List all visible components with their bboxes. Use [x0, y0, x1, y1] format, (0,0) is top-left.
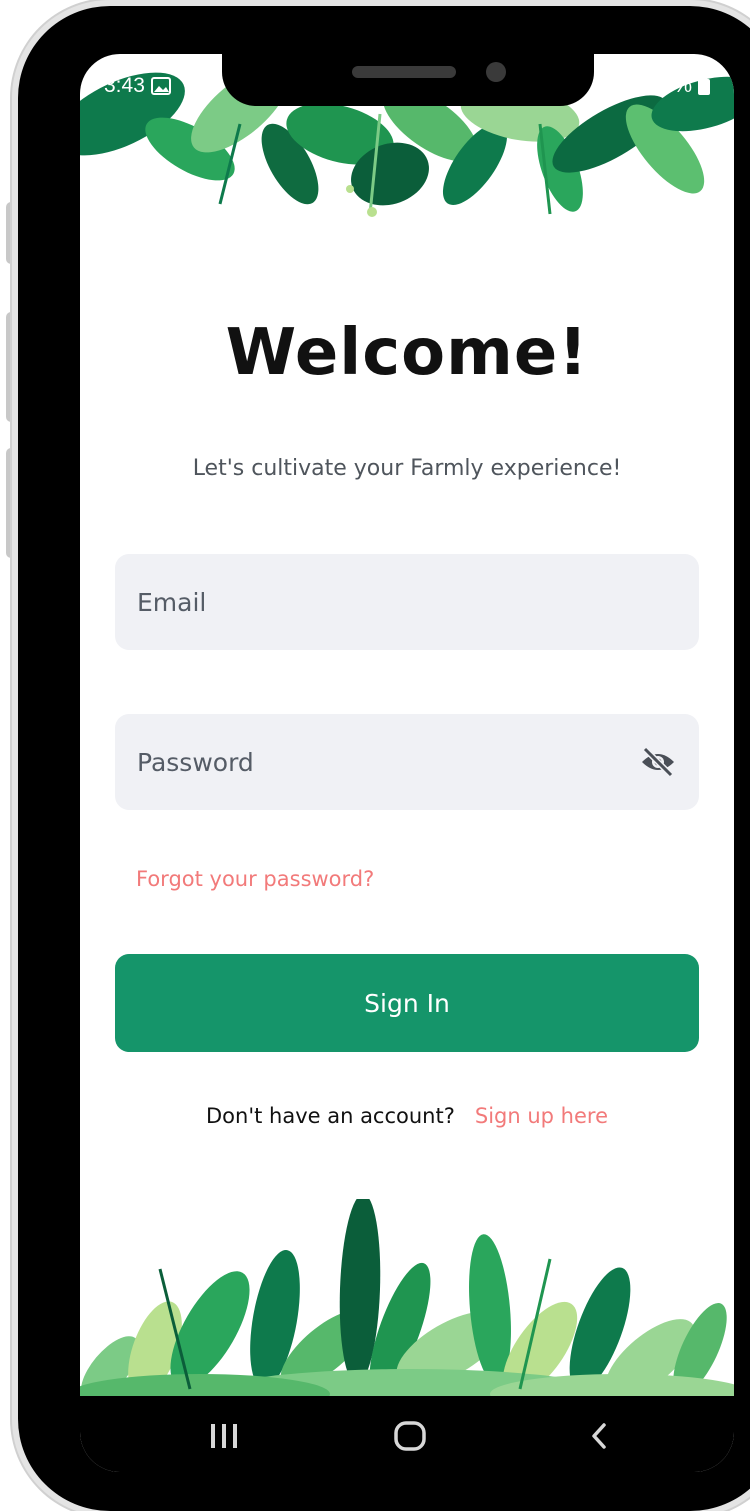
back-icon[interactable] — [580, 1416, 620, 1456]
password-field[interactable] — [115, 714, 699, 810]
status-indicators: 83% — [594, 74, 710, 98]
phone-side-button — [6, 202, 16, 264]
welcome-title: Welcome! — [225, 316, 589, 390]
front-camera — [486, 62, 506, 82]
welcome-subtitle: Let's cultivate your Farmly experience! — [192, 456, 622, 481]
camera-notch — [222, 54, 594, 106]
sign-up-link[interactable]: Sign up here — [475, 1104, 608, 1128]
phone-frame: 3:43 83% Welcome! Let's cultivate your F… — [18, 6, 750, 1511]
battery-icon — [698, 77, 710, 95]
system-navigation-bar — [80, 1396, 734, 1472]
no-account-text: Don't have an account? — [206, 1104, 455, 1128]
signup-prompt: Don't have an account? Sign up here — [80, 1104, 734, 1128]
screen: 3:43 83% Welcome! Let's cultivate your F… — [80, 54, 734, 1472]
eye-off-icon[interactable] — [640, 746, 676, 778]
forgot-password-link[interactable]: Forgot your password? — [136, 867, 374, 891]
home-icon[interactable] — [390, 1416, 430, 1456]
volume-down-button — [6, 448, 16, 558]
sign-in-button[interactable]: Sign In — [115, 954, 699, 1052]
status-time: 3:43 — [104, 74, 171, 98]
email-field[interactable] — [115, 554, 699, 650]
image-notification-icon — [150, 77, 171, 95]
signal-icon — [624, 77, 643, 95]
recents-icon[interactable] — [204, 1416, 244, 1456]
bottom-foliage-illustration — [80, 1199, 734, 1399]
battery-percent: 83% — [649, 74, 692, 97]
wifi-icon — [595, 77, 617, 94]
speaker-grille — [352, 66, 456, 78]
volume-up-button — [6, 312, 16, 422]
